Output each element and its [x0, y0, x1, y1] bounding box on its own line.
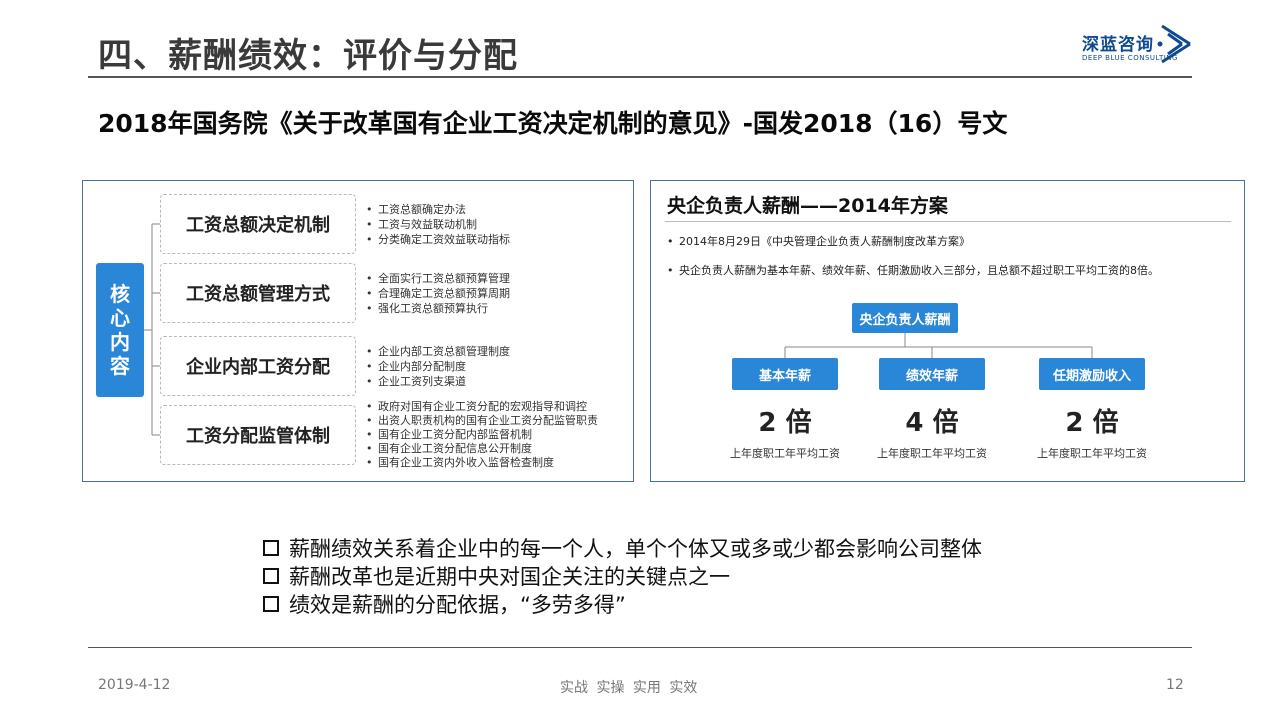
- panel-bullet: 2014年8月29日《中央管理企业负责人薪酬制度改革方案》: [667, 233, 970, 249]
- point-text: 绩效是薪酬的分配依据，“多劳多得”: [289, 593, 626, 617]
- point-text: 薪酬绩效关系着企业中的每一个人，单个个体又或多或少都会影响公司整体: [289, 537, 982, 561]
- footer-divider: [88, 647, 1192, 648]
- deep-blue-logo-icon: [1157, 24, 1191, 64]
- mechanism-box: 工资分配监管体制: [160, 405, 356, 465]
- mechanism-row: 工资总额决定机制 工资总额确定办法 工资与效益联动机制 分类确定工资效益联动指标: [160, 194, 620, 254]
- list-item: 薪酬改革也是近期中央对国企关注的关键点之一: [263, 562, 982, 590]
- org-node-performance-salary: 绩效年薪: [879, 358, 985, 390]
- point-text: 薪酬改革也是近期中央对国企关注的关键点之一: [289, 565, 730, 589]
- multiple-caption: 上年度职工年平均工资: [730, 447, 840, 460]
- multiple-value: 4 倍: [905, 408, 959, 438]
- list-item: 合理确定工资总额预算周期: [366, 286, 626, 301]
- document-subtitle: 2018年国务院《关于改革国有企业工资决定机制的意见》-国发2018（16）号文: [98, 109, 1008, 138]
- square-bullet-icon: [263, 596, 279, 612]
- list-item: 绩效是薪酬的分配依据，“多劳多得”: [263, 590, 982, 618]
- footer-slogan: 实战 实操 实用 实效: [560, 680, 698, 696]
- executive-pay-panel: 央企负责人薪酬——2014年方案 2014年8月29日《中央管理企业负责人薪酬制…: [650, 180, 1245, 482]
- mechanism-row: 工资总额管理方式 全面实行工资总额预算管理 合理确定工资总额预算周期 强化工资总…: [160, 263, 620, 323]
- list-item: 企业内部工资总额管理制度: [366, 344, 626, 359]
- header-divider: [88, 76, 1192, 78]
- multiple-value: 2 倍: [1065, 408, 1119, 438]
- list-item: 工资与效益联动机制: [366, 217, 626, 232]
- mechanism-items: 企业内部工资总额管理制度 企业内部分配制度 企业工资列支渠道: [366, 336, 626, 396]
- list-item: 工资总额确定办法: [366, 202, 626, 217]
- company-logo: 深蓝咨询 DEEP BLUE CONSULTING: [1082, 22, 1194, 70]
- list-item: 分类确定工资效益联动指标: [366, 232, 626, 247]
- core-char: 心: [110, 306, 130, 330]
- core-char: 内: [110, 330, 130, 354]
- mechanism-box: 工资总额决定机制: [160, 194, 356, 254]
- list-item: 国有企业工资分配内部监督机制: [366, 428, 626, 442]
- logo-text-cn: 深蓝咨询: [1082, 35, 1154, 55]
- multiple-caption: 上年度职工年平均工资: [877, 447, 987, 460]
- mechanism-box: 企业内部工资分配: [160, 336, 356, 396]
- mechanism-items: 工资总额确定办法 工资与效益联动机制 分类确定工资效益联动指标: [366, 194, 626, 254]
- list-item: 薪酬绩效关系着企业中的每一个人，单个个体又或多或少都会影响公司整体: [263, 534, 982, 562]
- panel-bullet: 央企负责人薪酬为基本年薪、绩效年薪、任期激励收入三部分，且总额不超过职工平均工资…: [667, 262, 1159, 278]
- mechanism-items: 全面实行工资总额预算管理 合理确定工资总额预算周期 强化工资总额预算执行: [366, 263, 626, 323]
- mechanism-row: 企业内部工资分配 企业内部工资总额管理制度 企业内部分配制度 企业工资列支渠道: [160, 336, 620, 396]
- list-item: 企业工资列支渠道: [366, 374, 626, 389]
- list-item: 强化工资总额预算执行: [366, 301, 626, 316]
- bracket-connector: [144, 223, 160, 436]
- page-title: 四、薪酬绩效：评价与分配: [98, 36, 518, 76]
- multiple-caption: 上年度职工年平均工资: [1037, 447, 1147, 460]
- panel-divider: [665, 221, 1231, 222]
- list-item: 企业内部分配制度: [366, 359, 626, 374]
- list-item: 国有企业工资内外收入监督检查制度: [366, 456, 626, 470]
- slide: 四、薪酬绩效：评价与分配 深蓝咨询 DEEP BLUE CONSULTING 2…: [0, 0, 1279, 717]
- footer-date: 2019-4-12: [98, 677, 171, 693]
- mechanism-items: 政府对国有企业工资分配的宏观指导和调控 出资人职责机构的国有企业工资分配监管职责…: [366, 399, 626, 471]
- org-node-tenure-incentive: 任期激励收入: [1039, 358, 1145, 390]
- list-item: 全面实行工资总额预算管理: [366, 271, 626, 286]
- mechanism-box: 工资总额管理方式: [160, 263, 356, 323]
- mechanism-row: 工资分配监管体制 政府对国有企业工资分配的宏观指导和调控 出资人职责机构的国有企…: [160, 400, 620, 469]
- list-item: 出资人职责机构的国有企业工资分配监管职责: [366, 414, 626, 428]
- square-bullet-icon: [263, 568, 279, 584]
- page-number: 12: [1166, 677, 1184, 693]
- list-item: 国有企业工资分配信息公开制度: [366, 442, 626, 456]
- multiple-value: 2 倍: [758, 408, 812, 438]
- core-content-panel: 核 心 内 容 工资总额决定机制 工资总额确定办法 工资与效益联动机制 分类确定…: [82, 180, 634, 482]
- core-char: 核: [110, 282, 130, 306]
- core-char: 容: [110, 354, 130, 378]
- core-content-label: 核 心 内 容: [96, 263, 144, 397]
- square-bullet-icon: [263, 540, 279, 556]
- org-root-node: 央企负责人薪酬: [852, 303, 958, 333]
- org-node-basic-salary: 基本年薪: [732, 358, 838, 390]
- panel-title: 央企负责人薪酬——2014年方案: [667, 195, 948, 217]
- list-item: 政府对国有企业工资分配的宏观指导和调控: [366, 400, 626, 414]
- key-points-list: 薪酬绩效关系着企业中的每一个人，单个个体又或多或少都会影响公司整体 薪酬改革也是…: [263, 534, 982, 618]
